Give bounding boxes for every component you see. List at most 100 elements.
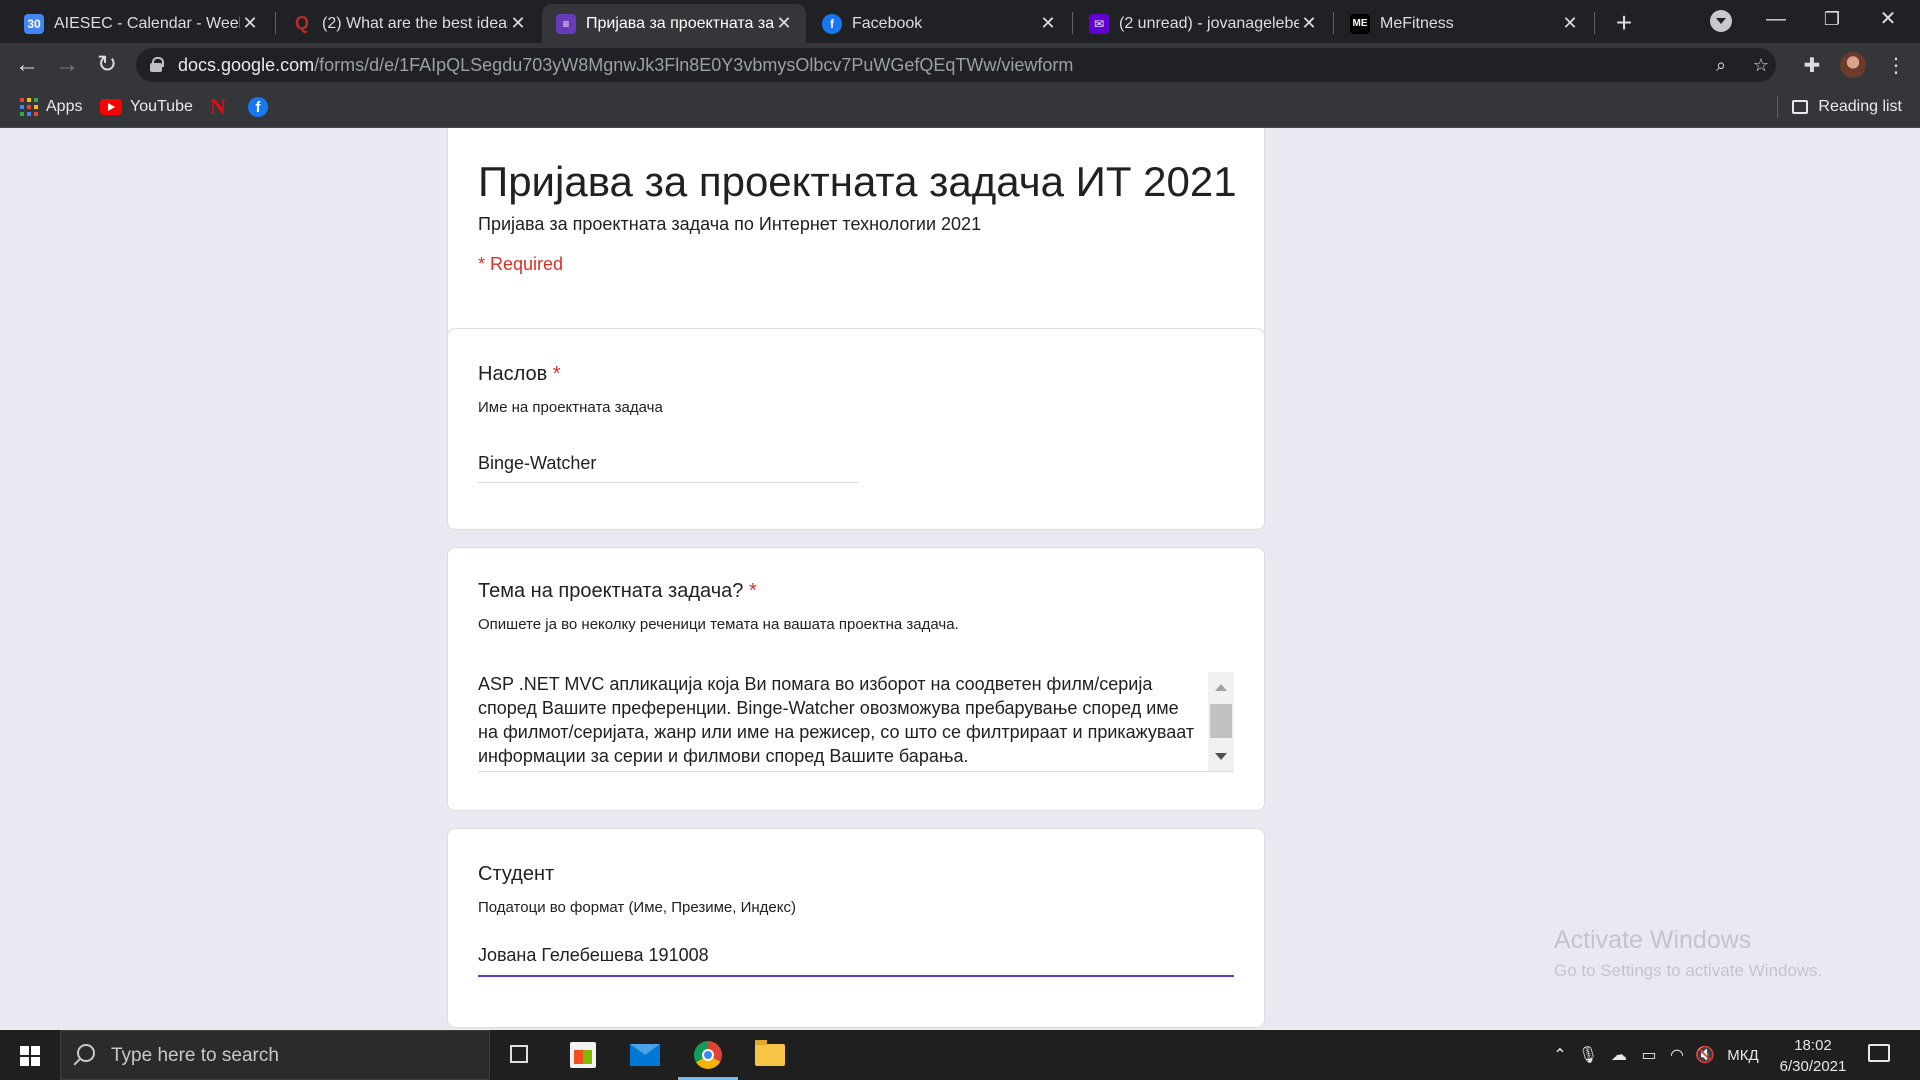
close-tab-icon[interactable]: ✕ [240, 13, 260, 34]
question-card-topic: Тема на проектната задача? * Опишете ја … [447, 547, 1265, 811]
calendar-icon: 30 [24, 13, 44, 34]
tab-facebook[interactable]: f Facebook ✕ [808, 4, 1070, 43]
file-explorer-button[interactable] [740, 1030, 800, 1080]
required-note: * Required [478, 254, 564, 274]
short-answer-input[interactable]: Binge-Watcher [478, 445, 858, 483]
clock-date: 6/30/2021 [1779, 1058, 1847, 1075]
required-star: * [552, 363, 561, 385]
yahoo-mail-icon: ✉ [1089, 13, 1109, 34]
facebook-icon: f [822, 13, 842, 34]
student-answer-input[interactable]: Јована Гелебешева 191008 [478, 937, 1234, 977]
netflix-icon: N [210, 94, 226, 119]
url-path: /forms/d/e/1FAIpQLSegdu703yW8MgnwJk3Fln8… [314, 55, 1074, 75]
reload-icon[interactable]: ↻ [93, 51, 121, 79]
textarea-scrollbar[interactable] [1208, 672, 1234, 771]
question-card-student: Студент Податоци во формат (Име, Презиме… [447, 828, 1265, 1028]
volume-muted-icon[interactable]: 🔇 [1692, 1030, 1718, 1080]
question-title: Наслов * [478, 363, 561, 386]
url-host: docs.google.com [178, 55, 315, 75]
quora-icon: Q [294, 13, 309, 33]
tab-yahoo-mail[interactable]: ✉ (2 unread) - jovanagelebese ✕ [1075, 4, 1331, 43]
address-bar[interactable]: docs.google.com/forms/d/e/1FAIpQLSegdu70… [136, 48, 1776, 82]
new-tab-button[interactable]: + [1608, 8, 1640, 40]
mefitness-icon: ME [1350, 13, 1370, 34]
close-tab-icon[interactable]: ✕ [774, 13, 794, 34]
taskbar-clock[interactable]: 18:02 6/30/2021 [1768, 1035, 1858, 1077]
tab-aiesec-calendar[interactable]: 30 AIESEC - Calendar - Week of ✕ [10, 4, 272, 43]
chrome-taskbar-button[interactable] [678, 1030, 738, 1080]
clock-time: 18:02 [1794, 1037, 1832, 1054]
forward-arrow-icon[interactable]: → [53, 51, 81, 79]
profile-avatar[interactable] [1840, 52, 1866, 78]
mail-app-button[interactable] [616, 1030, 676, 1080]
divider [1777, 96, 1779, 118]
tab-title: AIESEC - Calendar - Week of [54, 14, 240, 32]
windows-taskbar: Type here to search ⌃ 🎙 ☁ ▭ ◠ 🔇 МКД 18:0… [0, 1030, 1920, 1080]
url-text[interactable]: docs.google.com/forms/d/e/1FAIpQLSegdu70… [178, 55, 1073, 76]
tab-search-icon[interactable] [1710, 10, 1732, 32]
file-explorer-icon [755, 1040, 785, 1066]
close-tab-icon[interactable]: ✕ [1038, 13, 1058, 34]
tab-title: Facebook [852, 14, 923, 32]
tab-strip: 30 AIESEC - Calendar - Week of ✕ Q (2) W… [0, 0, 1920, 43]
start-button[interactable] [0, 1030, 60, 1080]
battery-icon[interactable]: ▭ [1636, 1030, 1662, 1080]
google-forms-icon: ≡ [556, 13, 576, 34]
tab-title: (2) What are the best ideas f [322, 14, 508, 32]
restore-button[interactable]: ❐ [1804, 0, 1860, 40]
language-indicator[interactable]: МКД [1722, 1030, 1764, 1080]
paragraph-answer-textarea[interactable]: ASP .NET MVC апликација која Ви помага в… [478, 672, 1234, 772]
tab-title: (2 unread) - jovanagelebese [1119, 14, 1299, 32]
bookmark-label: Apps [46, 98, 83, 115]
chrome-menu-icon[interactable]: ⋮ [1884, 54, 1908, 78]
reading-list-label: Reading list [1818, 98, 1902, 115]
question-title-text: Тема на проектната задача? [478, 580, 744, 602]
bookmark-label: YouTube [130, 98, 193, 115]
bookmark-star-icon[interactable]: ☆ [1750, 54, 1772, 76]
bookmark-facebook[interactable]: f [248, 95, 268, 119]
microphone-icon[interactable]: 🎙 [1576, 1030, 1600, 1080]
taskbar-search-box[interactable]: Type here to search [60, 1030, 490, 1080]
tab-title: MeFitness [1380, 14, 1454, 32]
action-center-icon[interactable] [1868, 1044, 1890, 1062]
tab-google-form[interactable]: ≡ Пријава за проектната зад ✕ [542, 4, 806, 43]
search-placeholder: Type here to search [111, 1045, 279, 1066]
bookmark-netflix[interactable]: N [210, 94, 226, 119]
scroll-up-arrow-icon[interactable] [1215, 684, 1227, 691]
question-card-title: Наслов * Име на проектната задача Binge-… [447, 328, 1265, 530]
close-tab-icon[interactable]: ✕ [1299, 13, 1319, 34]
chevron-up-icon[interactable]: ⌃ [1548, 1030, 1572, 1080]
tab-separator [275, 12, 276, 34]
wifi-icon[interactable]: ◠ [1664, 1030, 1690, 1080]
minimize-button[interactable]: — [1748, 0, 1804, 40]
bookmark-youtube[interactable]: YouTube [100, 95, 193, 119]
close-window-button[interactable]: ✕ [1860, 0, 1916, 40]
required-star: * [748, 580, 757, 602]
tab-mefitness[interactable]: ME MeFitness ✕ [1336, 4, 1592, 43]
question-help-text: Опишете ја во неколку реченици темата на… [478, 616, 959, 633]
question-title-text: Наслов [478, 363, 548, 385]
extensions-puzzle-icon[interactable]: ✚ [1800, 54, 1824, 78]
activate-windows-watermark: Activate Windows Go to Settings to activ… [1554, 926, 1822, 981]
reading-list-button[interactable]: Reading list [1777, 95, 1902, 119]
zoom-icon[interactable]: ⌕ [1710, 54, 1732, 76]
scroll-down-arrow-icon[interactable] [1215, 753, 1227, 760]
scroll-thumb[interactable] [1210, 704, 1232, 738]
microsoft-store-button[interactable] [554, 1030, 614, 1080]
tab-separator [1072, 12, 1073, 34]
lock-icon[interactable] [150, 57, 164, 72]
onedrive-cloud-icon[interactable]: ☁ [1606, 1030, 1632, 1080]
back-arrow-icon[interactable]: ← [13, 51, 41, 79]
browser-toolbar: ← → ↻ docs.google.com/forms/d/e/1FAIpQLS… [0, 43, 1920, 87]
close-tab-icon[interactable]: ✕ [1560, 13, 1580, 34]
tab-quora[interactable]: Q (2) What are the best ideas f ✕ [278, 4, 540, 43]
question-help-text: Податоци во формат (Име, Презиме, Индекс… [478, 899, 796, 916]
bookmark-apps[interactable]: Apps [20, 95, 82, 119]
tab-title: Пријава за проектната зад [586, 14, 774, 32]
question-title: Тема на проектната задача? * [478, 580, 757, 603]
task-view-button[interactable] [490, 1030, 550, 1080]
question-help-text: Име на проектната задача [478, 399, 663, 416]
reading-list-icon [1792, 100, 1809, 114]
close-tab-icon[interactable]: ✕ [508, 13, 528, 34]
mail-icon [630, 1044, 660, 1066]
